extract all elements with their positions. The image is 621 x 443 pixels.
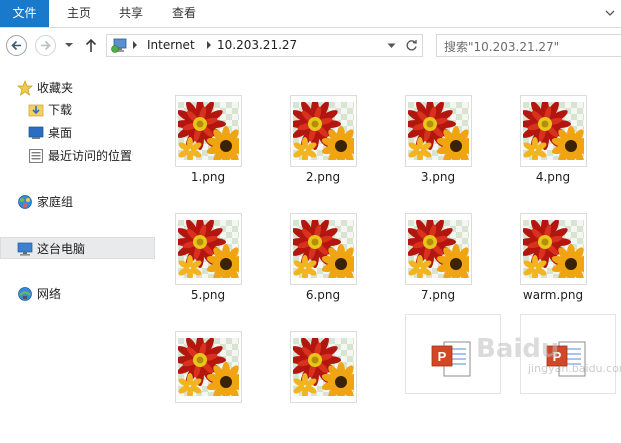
sidebar-item-desktop[interactable]: 桌面 bbox=[0, 122, 155, 144]
file-item[interactable]: P bbox=[405, 314, 501, 426]
chevron-down-icon[interactable] bbox=[605, 8, 615, 18]
tab-file[interactable]: 文件 bbox=[0, 0, 49, 27]
sidebar-item-downloads[interactable]: 下载 bbox=[0, 99, 155, 121]
file-name: 5.png bbox=[190, 288, 226, 302]
image-thumbnail bbox=[520, 95, 587, 167]
refresh-icon[interactable] bbox=[405, 39, 418, 52]
image-thumbnail bbox=[290, 331, 357, 403]
sidebar-item-this-pc[interactable]: 这台电脑 bbox=[0, 237, 155, 259]
ribbon: 文件 主页 共享 查看 bbox=[0, 0, 621, 28]
watermark: Baidu bbox=[476, 334, 560, 364]
file-item[interactable] bbox=[275, 331, 371, 443]
powerpoint-file-icon: P bbox=[431, 341, 471, 377]
navigation-pane: 收藏夹 下载 桌面 最近访问的位置 家庭组 这台电脑 网络 bbox=[0, 64, 160, 392]
image-thumbnail bbox=[290, 95, 357, 167]
image-thumbnail bbox=[175, 213, 242, 285]
breadcrumb-internet[interactable]: Internet bbox=[147, 38, 195, 52]
file-name: 6.png bbox=[305, 288, 341, 302]
file-item[interactable]: warm.png bbox=[505, 213, 601, 325]
file-name: 7.png bbox=[420, 288, 456, 302]
file-item[interactable] bbox=[160, 331, 256, 443]
tab-home[interactable]: 主页 bbox=[58, 0, 100, 27]
sidebar-item-label: 最近访问的位置 bbox=[48, 149, 133, 163]
sidebar-item-label: 这台电脑 bbox=[37, 242, 86, 256]
star-icon bbox=[17, 80, 33, 96]
up-arrow-icon[interactable] bbox=[85, 38, 97, 53]
sidebar-item-label: 家庭组 bbox=[37, 195, 74, 209]
file-item[interactable]: 6.png bbox=[275, 213, 371, 325]
navigation-bar: Internet 10.203.21.27 搜索"10.203.21.27" bbox=[0, 28, 621, 64]
network-icon bbox=[18, 287, 32, 301]
image-thumbnail bbox=[290, 213, 357, 285]
sidebar-item-recent-places[interactable]: 最近访问的位置 bbox=[0, 145, 155, 167]
recent-locations-dropdown-icon[interactable] bbox=[64, 41, 74, 49]
back-button[interactable] bbox=[6, 35, 27, 56]
downloads-folder-icon bbox=[28, 104, 44, 117]
sidebar-item-label: 下载 bbox=[48, 103, 73, 117]
sidebar-item-favorites[interactable]: 收藏夹 bbox=[0, 77, 155, 99]
file-item[interactable]: 4.png bbox=[505, 95, 601, 207]
image-thumbnail bbox=[405, 213, 472, 285]
file-item[interactable]: 2.png bbox=[275, 95, 371, 207]
arrow-left-icon bbox=[11, 40, 21, 51]
address-bar[interactable]: Internet 10.203.21.27 bbox=[106, 34, 423, 57]
watermark-subtitle: jingyan.baidu.com bbox=[528, 362, 621, 375]
forward-button[interactable] bbox=[35, 35, 56, 56]
search-placeholder: 搜索"10.203.21.27" bbox=[444, 40, 560, 54]
tab-share[interactable]: 共享 bbox=[110, 0, 152, 27]
file-name: 2.png bbox=[305, 170, 341, 184]
file-name: 1.png bbox=[190, 170, 226, 184]
network-location-icon bbox=[111, 38, 127, 53]
tab-view[interactable]: 查看 bbox=[163, 0, 205, 27]
file-name: 4.png bbox=[535, 170, 571, 184]
svg-text:P: P bbox=[438, 349, 447, 364]
sidebar-item-homegroup[interactable]: 家庭组 bbox=[0, 191, 155, 213]
recent-places-icon bbox=[29, 149, 43, 163]
sidebar-item-label: 网络 bbox=[37, 287, 62, 301]
sidebar-item-label: 收藏夹 bbox=[37, 81, 74, 95]
file-item[interactable]: 1.png bbox=[160, 95, 256, 207]
desktop-icon bbox=[28, 126, 44, 139]
file-name: 3.png bbox=[420, 170, 456, 184]
breadcrumb-host[interactable]: 10.203.21.27 bbox=[217, 38, 297, 52]
sidebar-item-label: 桌面 bbox=[48, 126, 73, 140]
sidebar-item-network[interactable]: 网络 bbox=[0, 283, 155, 305]
file-item[interactable]: 3.png bbox=[390, 95, 486, 207]
search-input[interactable]: 搜索"10.203.21.27" bbox=[436, 34, 621, 57]
arrow-right-icon bbox=[41, 40, 51, 51]
file-item[interactable]: 5.png bbox=[160, 213, 256, 325]
file-item[interactable]: 7.png bbox=[390, 213, 486, 325]
file-name: warm.png bbox=[522, 288, 584, 302]
image-thumbnail bbox=[175, 331, 242, 403]
homegroup-icon bbox=[18, 195, 32, 209]
image-thumbnail bbox=[175, 95, 242, 167]
chevron-down-icon[interactable] bbox=[387, 43, 396, 49]
chevron-right-icon[interactable] bbox=[131, 40, 139, 50]
image-thumbnail bbox=[405, 95, 472, 167]
computer-icon bbox=[17, 242, 33, 256]
image-thumbnail bbox=[520, 213, 587, 285]
chevron-right-icon[interactable] bbox=[205, 40, 213, 50]
